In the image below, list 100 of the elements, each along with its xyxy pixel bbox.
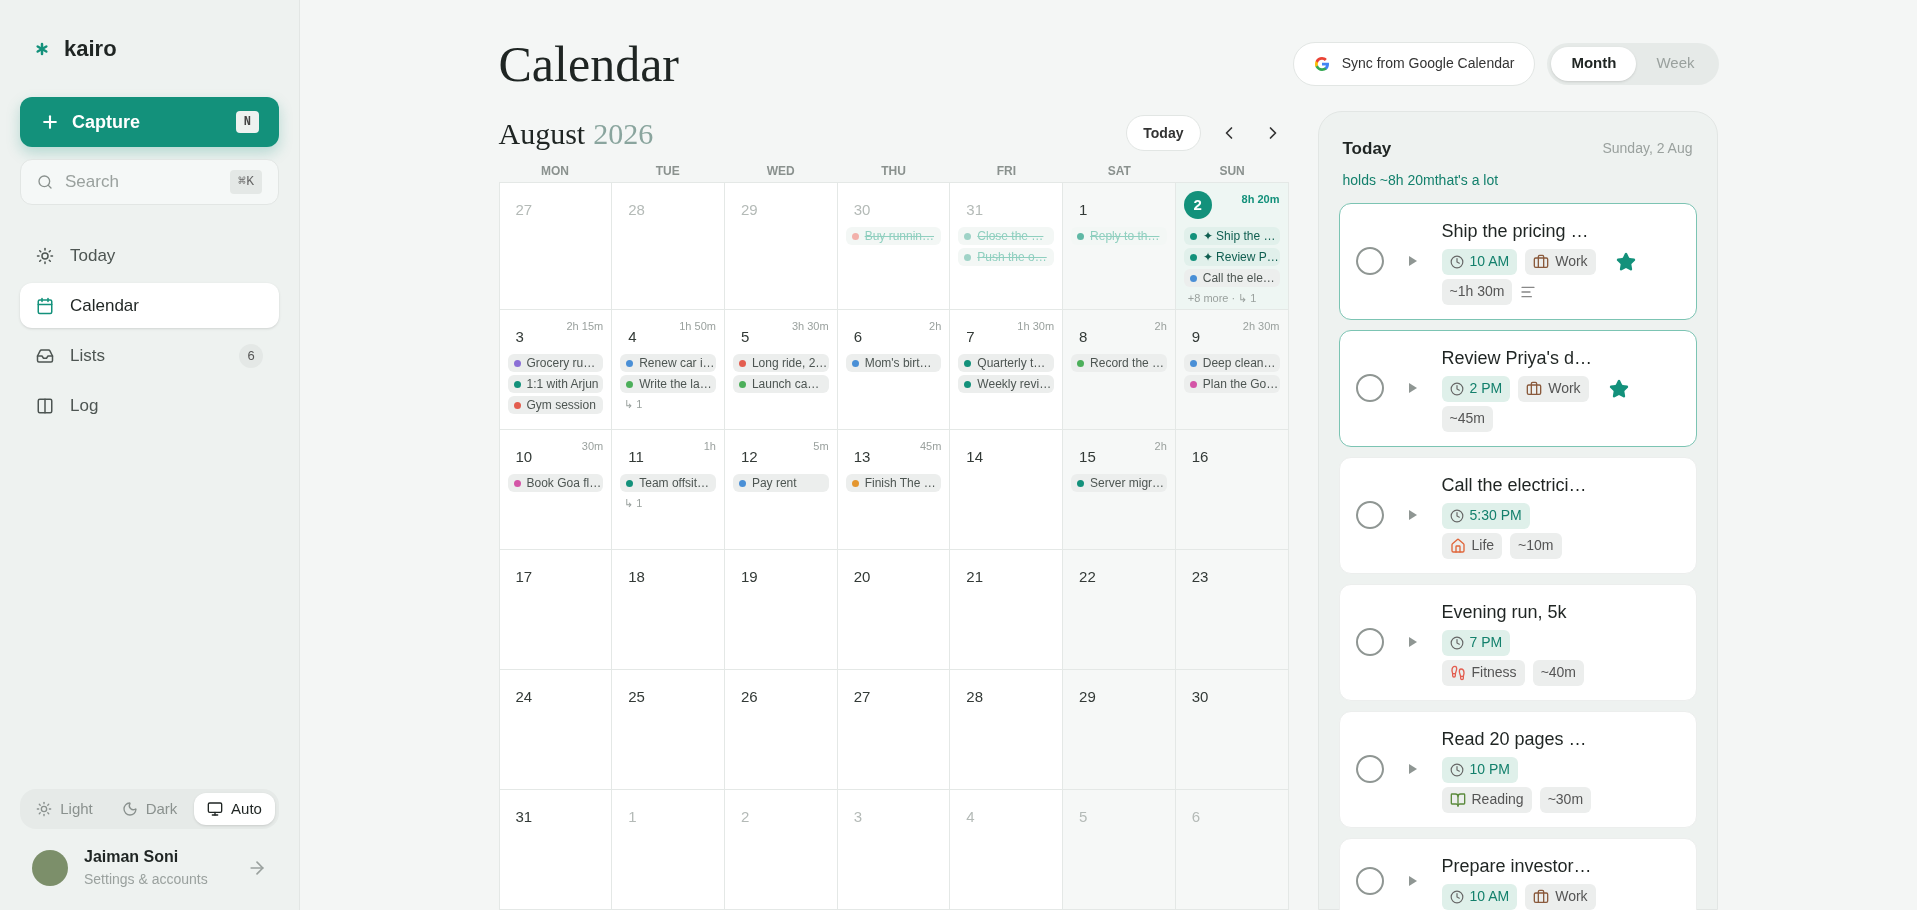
play-icon[interactable] bbox=[1407, 509, 1418, 521]
event-chip[interactable]: ✦ Ship the … bbox=[1183, 227, 1280, 245]
day-cell[interactable]: 19 bbox=[724, 550, 838, 670]
day-number: 9 bbox=[1190, 327, 1201, 347]
day-cell[interactable]: 26 bbox=[724, 670, 838, 790]
day-cell[interactable]: 7 1h 30m Quarterly t… Weekly revi… bbox=[950, 310, 1064, 430]
day-cell[interactable]: 30 bbox=[1175, 670, 1289, 790]
task-card[interactable]: Review Priya's d… 2 PM Work ~45m bbox=[1338, 329, 1697, 447]
event-chip[interactable]: Record the … bbox=[1071, 354, 1167, 372]
play-icon[interactable] bbox=[1407, 255, 1418, 267]
day-cell[interactable]: 9 2h 30m Deep clean… Plan the Go… bbox=[1175, 310, 1289, 430]
today-button[interactable]: Today bbox=[1126, 115, 1201, 151]
event-chip[interactable]: Gym session bbox=[507, 396, 604, 414]
day-cell[interactable]: 5 3h 30m Long ride, 2… Launch ca… bbox=[724, 310, 838, 430]
day-number: 18 bbox=[627, 567, 645, 587]
event-chip[interactable]: Book Goa fl… bbox=[507, 474, 604, 492]
task-checkbox[interactable] bbox=[1355, 247, 1384, 275]
day-number: 10 bbox=[514, 447, 533, 467]
task-checkbox[interactable] bbox=[1355, 374, 1384, 402]
day-number: 11 bbox=[627, 447, 644, 467]
nav-item[interactable]: Today bbox=[20, 233, 279, 278]
search-icon bbox=[37, 174, 53, 190]
event-chip[interactable]: 1:1 with Arjun bbox=[507, 375, 604, 393]
day-cell[interactable]: 24 bbox=[499, 670, 613, 790]
nav-item[interactable]: Calendar bbox=[20, 283, 279, 328]
view-tab[interactable]: Month bbox=[1551, 46, 1637, 81]
sun-icon bbox=[36, 801, 53, 817]
day-cell[interactable]: 14 bbox=[950, 430, 1064, 550]
nav-item[interactable]: Lists 6 bbox=[20, 333, 279, 378]
event-chip[interactable]: Finish The … bbox=[845, 474, 942, 492]
day-cell[interactable]: 28 bbox=[950, 670, 1064, 790]
event-chip[interactable]: Grocery ru… bbox=[507, 354, 604, 372]
day-cell[interactable]: 31 bbox=[499, 790, 613, 910]
event-chip[interactable]: Write the la… bbox=[620, 375, 716, 393]
day-cell[interactable]: 13 45m Finish The … bbox=[837, 430, 951, 550]
day-cell[interactable]: 18 bbox=[612, 550, 725, 670]
event-chip[interactable]: Pay rent bbox=[732, 474, 829, 492]
star-icon[interactable] bbox=[1608, 378, 1629, 399]
day-cell[interactable]: 20 bbox=[837, 550, 951, 670]
play-icon[interactable] bbox=[1407, 763, 1418, 775]
day-cell[interactable]: 3 2h 15m Grocery ru… 1:1 with Arjun Gym session bbox=[499, 310, 613, 430]
day-cell[interactable]: 1 Reply to th… bbox=[1063, 183, 1176, 310]
sync-button[interactable]: Sync from Google Calendar bbox=[1292, 41, 1536, 86]
day-cell[interactable]: 29 bbox=[1063, 670, 1176, 790]
day-number: 16 bbox=[1190, 447, 1209, 467]
day-cell[interactable]: 11 1h Team offsit… ↳ 1 bbox=[612, 430, 725, 550]
theme-option[interactable]: Auto bbox=[194, 793, 275, 825]
search-field[interactable]: Search ⌘K bbox=[20, 159, 279, 205]
task-checkbox[interactable] bbox=[1355, 755, 1384, 783]
event-chip[interactable]: Deep clean… bbox=[1183, 354, 1280, 372]
task-card[interactable]: Ship the pricing … 10 AM Work ~1h 30m bbox=[1338, 202, 1697, 320]
task-checkbox[interactable] bbox=[1355, 867, 1384, 895]
event-chip[interactable]: Server migr… bbox=[1071, 474, 1167, 492]
day-cell[interactable]: 12 5m Pay rent bbox=[724, 430, 838, 550]
day-cell[interactable]: 17 bbox=[499, 550, 613, 670]
day-cell[interactable]: 2 8h 20m ✦ Ship the … ✦ Review P… Call the ele… +8 more · ↳ 1 bbox=[1175, 183, 1289, 310]
day-number: 27 bbox=[514, 200, 533, 220]
nav-item[interactable]: Log bbox=[20, 383, 279, 428]
day-number: 2 bbox=[739, 807, 750, 827]
day-cell[interactable]: 22 bbox=[1063, 550, 1176, 670]
capture-button[interactable]: Capture N bbox=[20, 97, 279, 147]
day-cell[interactable]: 6 2h Mom's birt… bbox=[837, 310, 951, 430]
event-chip[interactable]: Quarterly t… bbox=[958, 354, 1055, 372]
day-number: 29 bbox=[739, 200, 758, 220]
event-chip[interactable]: Call the ele… bbox=[1183, 269, 1280, 287]
event-chip[interactable]: Launch ca… bbox=[732, 375, 829, 393]
event-chip[interactable]: Mom's birt… bbox=[845, 354, 942, 372]
day-cell[interactable]: 21 bbox=[950, 550, 1064, 670]
play-icon[interactable] bbox=[1407, 636, 1418, 648]
day-number: 14 bbox=[965, 447, 984, 467]
play-icon[interactable] bbox=[1407, 382, 1418, 394]
task-checkbox[interactable] bbox=[1355, 628, 1384, 656]
sun-icon bbox=[36, 246, 54, 265]
day-cell[interactable]: 16 bbox=[1175, 430, 1289, 550]
task-card[interactable]: Prepare investor… 10 AM Work bbox=[1338, 837, 1697, 910]
day-number: 26 bbox=[739, 687, 758, 707]
task-card[interactable]: Read 20 pages … 10 PM Reading ~30m bbox=[1338, 710, 1697, 828]
search-input[interactable]: Search bbox=[65, 169, 219, 195]
day-cell[interactable]: 27 bbox=[837, 670, 951, 790]
event-chip[interactable]: Plan the Go… bbox=[1183, 375, 1280, 393]
day-cell[interactable]: 15 2h Server migr… bbox=[1063, 430, 1176, 550]
task-card[interactable]: Evening run, 5k 7 PM Fitness ~40m bbox=[1338, 583, 1697, 701]
tag-chip: Fitness bbox=[1441, 659, 1525, 686]
play-icon[interactable] bbox=[1407, 875, 1418, 887]
event-chip[interactable]: Renew car i… bbox=[620, 354, 716, 372]
weekday-label: TUE bbox=[654, 162, 681, 180]
day-cell[interactable]: 8 2h Record the … bbox=[1063, 310, 1176, 430]
day-cell[interactable]: 23 bbox=[1175, 550, 1289, 670]
event-chip[interactable]: Team offsit… bbox=[620, 474, 716, 492]
task-card[interactable]: Call the electrici… 5:30 PM Life ~10m bbox=[1338, 456, 1697, 574]
day-total: 2h bbox=[1154, 439, 1167, 454]
event-chip[interactable]: ✦ Review P… bbox=[1183, 248, 1280, 266]
day-cell[interactable]: 10 30m Book Goa fl… bbox=[499, 430, 613, 550]
star-icon[interactable] bbox=[1615, 251, 1636, 272]
day-total: 2h 15m bbox=[566, 319, 604, 334]
task-checkbox[interactable] bbox=[1355, 501, 1384, 529]
day-cell[interactable]: 25 bbox=[612, 670, 725, 790]
day-cell[interactable]: 4 1h 50m Renew car i… Write the la… ↳ 1 bbox=[612, 310, 725, 430]
event-chip[interactable]: Long ride, 2… bbox=[732, 354, 829, 372]
event-chip[interactable]: Weekly revi… bbox=[958, 375, 1055, 393]
